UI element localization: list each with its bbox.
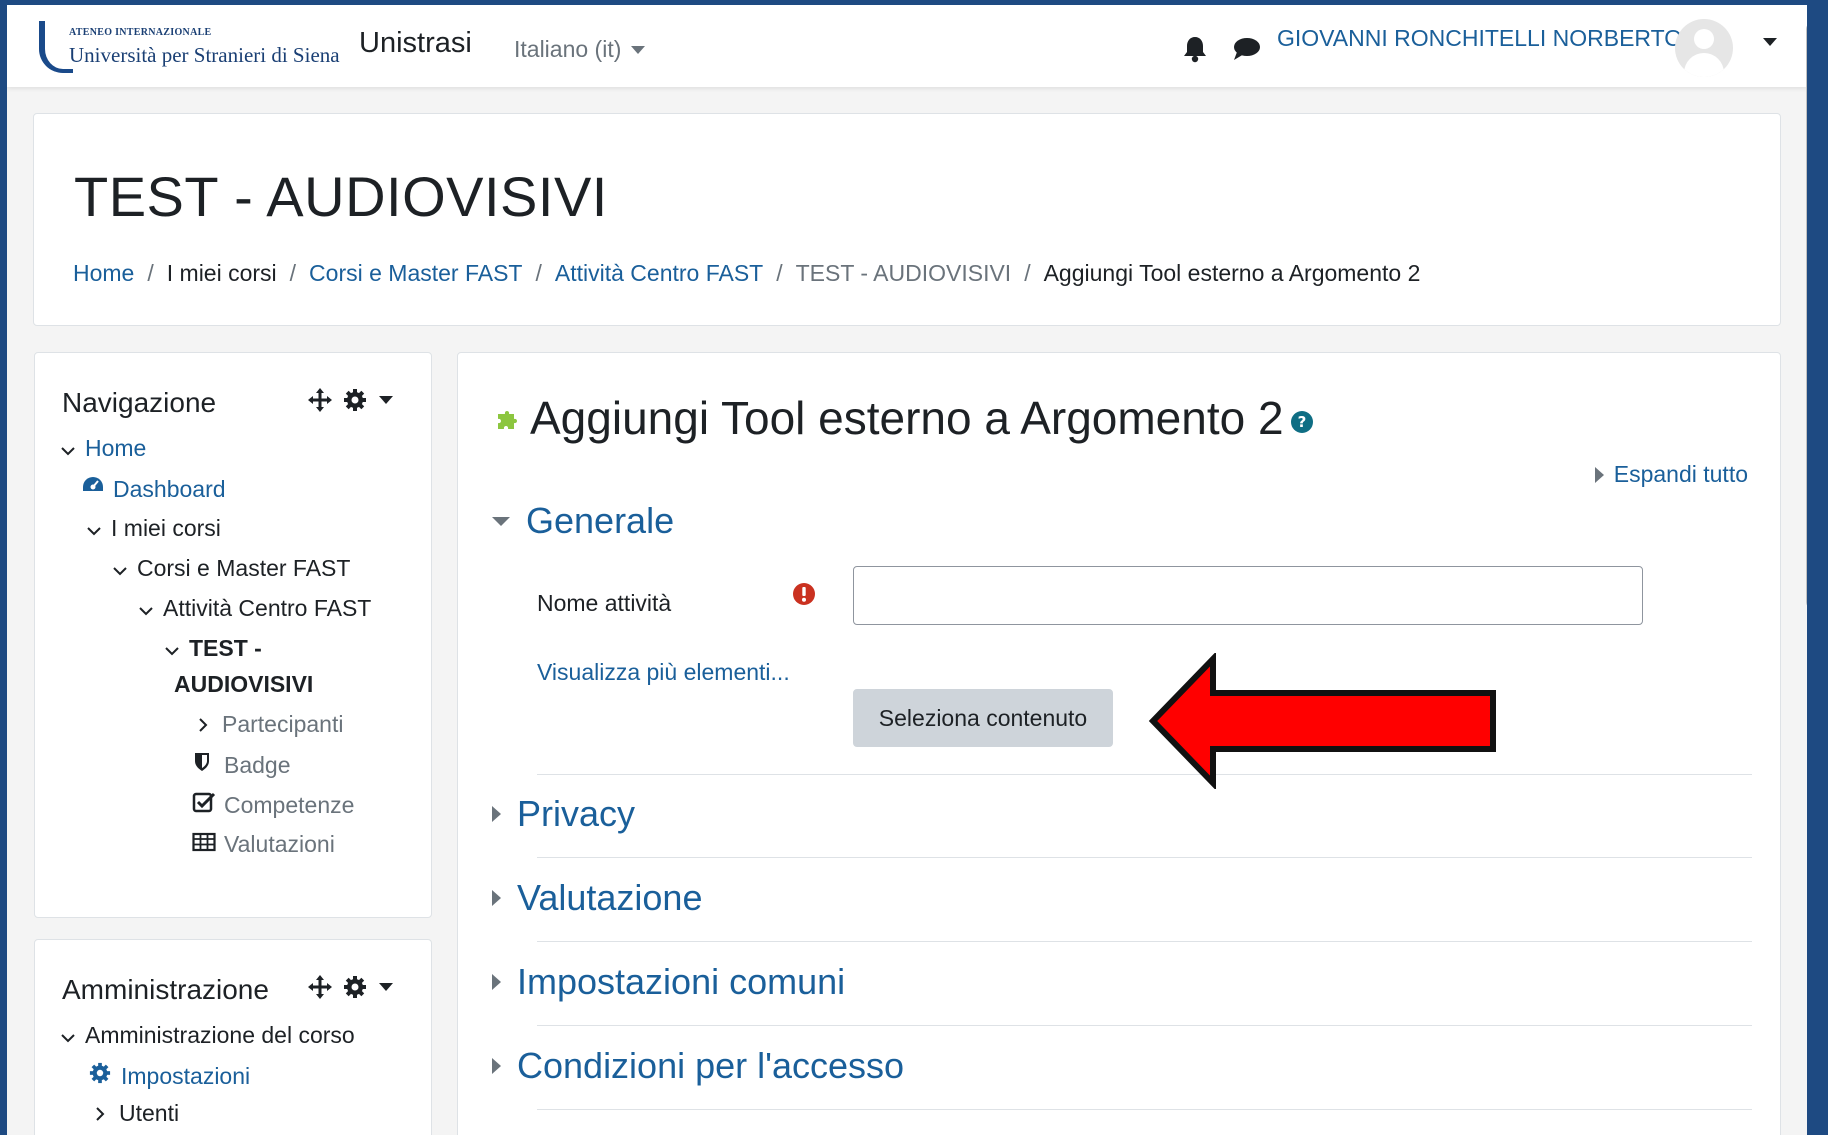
tree-item-attivita[interactable]: Attività Centro FAST bbox=[139, 595, 371, 622]
breadcrumb-separator: / bbox=[289, 260, 297, 286]
shield-icon bbox=[192, 751, 216, 779]
chevron-down-icon bbox=[113, 555, 127, 582]
expand-all-link[interactable]: Espandi tutto bbox=[1594, 461, 1748, 488]
administration-block-title: Amministrazione bbox=[62, 974, 269, 1005]
university-logo[interactable]: ATENEO INTERNAZIONALE Università per Str… bbox=[35, 17, 355, 79]
section-divider bbox=[537, 857, 1752, 858]
breadcrumb: Home / I miei corsi / Corsi e Master FAS… bbox=[73, 260, 1420, 287]
show-more-link[interactable]: Visualizza più elementi... bbox=[537, 659, 790, 686]
chevron-down-icon bbox=[139, 595, 153, 622]
gear-icon bbox=[89, 1062, 113, 1090]
section-divider bbox=[537, 1109, 1752, 1110]
chevron-down-icon[interactable] bbox=[379, 983, 393, 991]
tree-item-course-admin[interactable]: Amministrazione del corso bbox=[61, 1022, 355, 1049]
select-content-button[interactable]: Seleziona contenuto bbox=[853, 689, 1113, 747]
tree-item-competenze[interactable]: Competenze bbox=[192, 791, 354, 819]
language-label: Italiano (it) bbox=[514, 36, 622, 62]
required-exclamation-icon bbox=[793, 583, 815, 605]
page-header: TEST - AUDIOVISIVI Home / I miei corsi /… bbox=[33, 113, 1781, 326]
chat-bubble-icon[interactable] bbox=[1232, 36, 1262, 62]
section-condizioni-toggle[interactable]: Condizioni per l'accesso bbox=[492, 1045, 904, 1087]
svg-text:?: ? bbox=[1297, 413, 1306, 431]
main-content: Aggiungi Tool esterno a Argomento 2 ? Es… bbox=[457, 352, 1781, 1135]
section-divider bbox=[537, 941, 1752, 942]
breadcrumb-attivita[interactable]: Attività Centro FAST bbox=[555, 260, 763, 287]
gear-icon[interactable] bbox=[343, 975, 367, 999]
move-icon[interactable] bbox=[307, 974, 333, 1000]
tree-item-test-course[interactable]: TEST - bbox=[165, 635, 262, 662]
main-heading: Aggiungi Tool esterno a Argomento 2 ? bbox=[494, 391, 1314, 445]
table-icon bbox=[192, 831, 216, 858]
caret-right-icon bbox=[492, 1058, 501, 1074]
logo-main-text: Università per Stranieri di Siena bbox=[69, 43, 340, 67]
administration-block: Amministrazione Amministrazione del cors… bbox=[34, 939, 432, 1135]
tree-item-settings[interactable]: Impostazioni bbox=[89, 1062, 250, 1090]
move-icon[interactable] bbox=[307, 387, 333, 413]
activity-name-input[interactable] bbox=[853, 566, 1643, 625]
block-controls bbox=[307, 387, 393, 413]
user-name-link[interactable]: GIOVANNI RONCHITELLI NORBERTO bbox=[1277, 25, 1682, 52]
section-impostazioni-comuni-toggle[interactable]: Impostazioni comuni bbox=[492, 961, 845, 1003]
browser-viewport: ATENEO INTERNAZIONALE Università per Str… bbox=[7, 5, 1807, 1135]
chevron-down-icon bbox=[165, 635, 179, 662]
section-valutazione-toggle[interactable]: Valutazione bbox=[492, 877, 702, 919]
caret-right-icon bbox=[492, 974, 501, 990]
tree-item-dashboard[interactable]: Dashboard bbox=[81, 475, 226, 503]
puzzle-piece-icon bbox=[498, 411, 517, 429]
caret-right-icon bbox=[492, 806, 501, 822]
scrollbar-thumb[interactable] bbox=[1806, 23, 1807, 608]
chevron-down-icon bbox=[631, 45, 646, 54]
logo-small-text: ATENEO INTERNAZIONALE bbox=[69, 27, 212, 38]
nav-icons bbox=[1182, 35, 1262, 63]
breadcrumb-home[interactable]: Home bbox=[73, 260, 134, 287]
section-generale-toggle[interactable]: Generale bbox=[492, 500, 674, 542]
avatar[interactable] bbox=[1675, 19, 1733, 77]
chevron-down-icon bbox=[61, 1022, 75, 1049]
block-controls bbox=[307, 974, 393, 1000]
breadcrumb-course[interactable]: TEST - AUDIOVISIVI bbox=[796, 260, 1012, 287]
bell-icon[interactable] bbox=[1182, 35, 1208, 63]
breadcrumb-separator: / bbox=[776, 260, 783, 286]
dashboard-icon bbox=[81, 475, 105, 503]
user-menu-chevron-down-icon[interactable] bbox=[1763, 33, 1777, 51]
breadcrumb-separator: / bbox=[147, 260, 154, 286]
site-name-link[interactable]: Unistrasi bbox=[359, 27, 472, 60]
section-privacy-toggle[interactable]: Privacy bbox=[492, 793, 635, 835]
tree-item-badge[interactable]: Badge bbox=[192, 751, 291, 779]
chevron-down-icon bbox=[87, 515, 101, 542]
gear-icon[interactable] bbox=[343, 388, 367, 412]
red-arrow-annotation bbox=[1148, 653, 1496, 789]
tree-item-valutazioni[interactable]: Valutazioni bbox=[192, 831, 335, 858]
navigation-block: Navigazione Home Dashboard I miei corsi … bbox=[34, 352, 432, 918]
tree-item-participants[interactable]: Partecipanti bbox=[198, 711, 343, 738]
section-divider bbox=[537, 1025, 1752, 1026]
breadcrumb-separator: / bbox=[1024, 260, 1031, 286]
tree-item-test-course-line2[interactable]: AUDIOVISIVI bbox=[174, 671, 313, 698]
activity-name-label: Nome attività bbox=[537, 590, 672, 616]
breadcrumb-separator: / bbox=[535, 260, 542, 286]
checkbox-icon bbox=[192, 791, 216, 819]
tree-item-my-courses[interactable]: I miei corsi bbox=[87, 515, 221, 542]
breadcrumb-corsi-master[interactable]: Corsi e Master FAST bbox=[309, 260, 522, 287]
chevron-down-icon[interactable] bbox=[379, 396, 393, 404]
page-title: TEST - AUDIOVISIVI bbox=[74, 165, 608, 228]
breadcrumb-my-courses: I miei corsi bbox=[166, 260, 277, 286]
navigation-block-title: Navigazione bbox=[62, 387, 217, 418]
breadcrumb-current: Aggiungi Tool esterno a Argomento 2 bbox=[1043, 260, 1421, 286]
chevron-down-icon bbox=[61, 435, 75, 462]
chevron-right-icon bbox=[198, 711, 212, 738]
tree-item-home[interactable]: Home bbox=[61, 435, 146, 462]
caret-right-icon bbox=[492, 890, 501, 906]
page-heading: Aggiungi Tool esterno a Argomento 2 bbox=[530, 392, 1284, 444]
chevron-right-icon bbox=[95, 1100, 109, 1127]
language-menu[interactable]: Italiano (it) bbox=[514, 36, 646, 63]
caret-down-icon bbox=[492, 516, 510, 526]
caret-right-icon bbox=[1594, 466, 1604, 483]
top-navbar: ATENEO INTERNAZIONALE Università per Str… bbox=[7, 5, 1807, 87]
logo-mark-icon bbox=[39, 21, 73, 73]
help-icon[interactable]: ? bbox=[1290, 410, 1314, 434]
tree-item-users[interactable]: Utenti bbox=[95, 1100, 179, 1127]
tree-item-corsi-master[interactable]: Corsi e Master FAST bbox=[113, 555, 350, 582]
